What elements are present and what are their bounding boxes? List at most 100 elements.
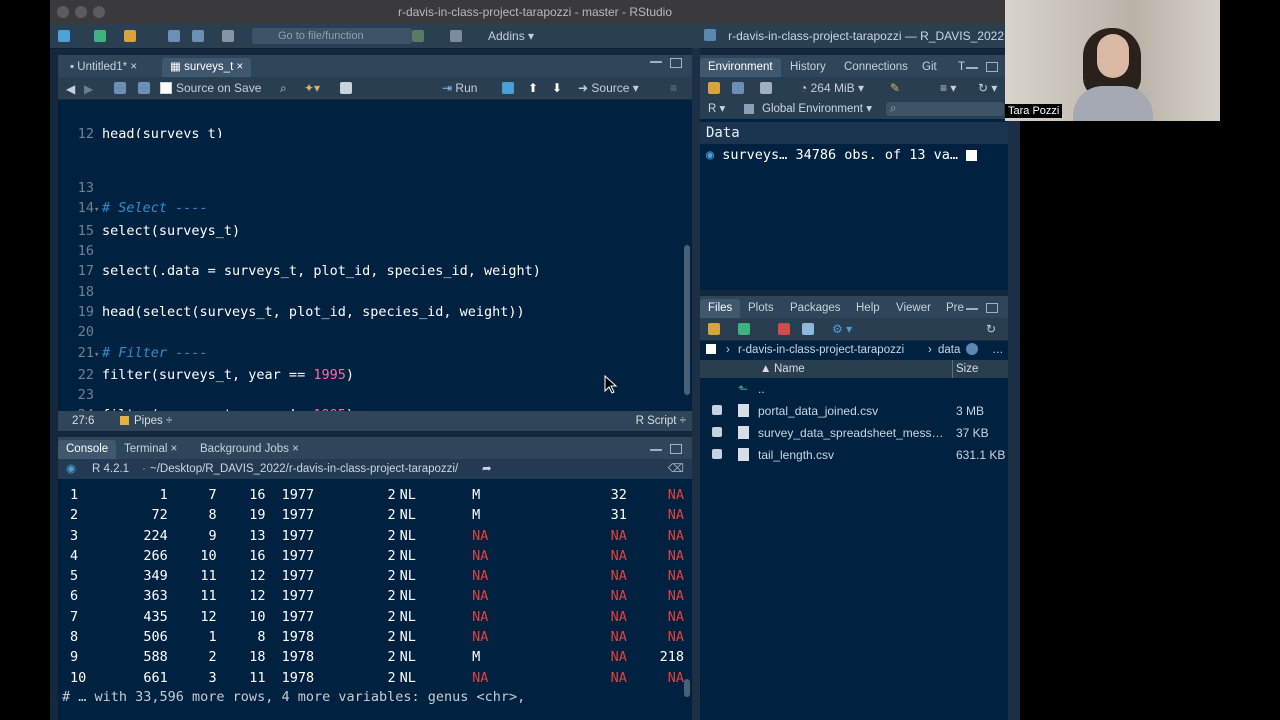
tab-plots[interactable]: Plots	[740, 299, 782, 318]
clear-console-icon[interactable]: ⌫	[668, 459, 684, 479]
file-row-up[interactable]: ⬑ ..	[700, 378, 1008, 400]
minimize-pane-icon[interactable]	[966, 308, 978, 310]
tab-surveys-t[interactable]: ▦ surveys_t ×	[162, 58, 252, 77]
column-name[interactable]: Name	[774, 360, 805, 378]
back-icon[interactable]: ◀	[66, 82, 75, 96]
section-jump-menu[interactable]: Pipes ÷	[134, 411, 172, 431]
select-all-checkbox[interactable]	[706, 344, 716, 354]
source-label: Source	[591, 81, 630, 95]
rename-icon[interactable]	[802, 323, 814, 335]
load-workspace-icon[interactable]	[708, 82, 720, 94]
sort-icon[interactable]: ▲	[760, 360, 771, 378]
scope-menu[interactable]: Global Environment ▾	[762, 99, 872, 119]
go-to-directory-icon[interactable]: ➦	[482, 459, 492, 479]
go-up-icon[interactable]: ⬆	[528, 81, 538, 95]
minimize-pane-icon[interactable]	[650, 449, 662, 451]
minimize-pane-icon[interactable]	[966, 67, 978, 69]
environment-search-input[interactable]: ⌕	[886, 102, 1004, 116]
file-row[interactable]: survey_data_spreadsheet_mess… 37 KB	[700, 422, 1008, 444]
console-cell: 2	[387, 547, 396, 564]
tab-connections[interactable]: Connections	[836, 58, 916, 77]
close-icon[interactable]: ×	[171, 443, 178, 455]
broom-icon[interactable]: ✎	[890, 81, 900, 95]
tab-untitled1[interactable]: ▪ Untitled1* ×	[62, 58, 145, 77]
run-button[interactable]: ⇥ Run	[442, 81, 477, 95]
maximize-pane-icon[interactable]	[986, 62, 998, 72]
file-row[interactable]: tail_length.csv 631.1 KB	[700, 444, 1008, 466]
file-checkbox[interactable]	[712, 449, 722, 459]
upload-icon[interactable]	[738, 323, 750, 335]
file-row[interactable]: portal_data_joined.csv 3 MB	[700, 400, 1008, 422]
magic-wand-icon[interactable]: ✦▾	[304, 81, 320, 95]
file-checkbox[interactable]	[712, 427, 722, 437]
code-area[interactable]: 12 head(surveys_t) 13 14▾ # Select ---- 15 se…	[58, 95, 684, 411]
file-name[interactable]: survey_data_spreadsheet_mess…	[758, 422, 943, 444]
tab-files[interactable]: Files	[700, 299, 741, 318]
file-checkbox[interactable]	[712, 405, 722, 415]
import-dataset-icon[interactable]	[760, 82, 772, 94]
compile-report-icon[interactable]	[340, 82, 352, 94]
tab-terminal[interactable]: Terminal ×	[116, 440, 185, 459]
project-menu[interactable]: r-davis-in-class-project-tarapozzi — R_D…	[728, 29, 1004, 43]
list-view-icon[interactable]: ≡ ▾	[940, 81, 956, 95]
tab-packages[interactable]: Packages	[782, 299, 849, 318]
environment-item[interactable]: ◉ surveys… 34786 obs. of 13 va…	[706, 147, 978, 163]
vcs-icon[interactable]	[412, 30, 424, 42]
source-button[interactable]: ➜ Source ▾	[578, 81, 639, 95]
layout-grid-icon[interactable]	[450, 30, 462, 42]
more-icon[interactable]: …	[992, 340, 1004, 360]
forward-icon[interactable]: ▶	[84, 82, 93, 96]
refresh-icon[interactable]: ↻ ▾	[978, 81, 997, 95]
go-down-icon[interactable]: ⬇	[552, 81, 562, 95]
tab-viewer[interactable]: Viewer	[888, 299, 939, 318]
close-icon[interactable]: ×	[236, 61, 243, 73]
maximize-pane-icon[interactable]	[670, 58, 682, 68]
source-on-save-checkbox[interactable]	[160, 82, 172, 94]
memory-usage[interactable]: ◔ 264 MiB ▾	[800, 81, 864, 95]
goto-file-input[interactable]: Go to file/function	[252, 28, 412, 44]
outline-icon[interactable]: ≡	[670, 81, 677, 95]
column-size[interactable]: Size	[956, 360, 978, 378]
save-icon[interactable]	[138, 82, 150, 94]
search-icon[interactable]: ⌕	[280, 81, 287, 95]
tab-git[interactable]: Git	[914, 58, 945, 77]
tab-console[interactable]: Console	[58, 440, 117, 459]
tab-help[interactable]: Help	[848, 299, 888, 318]
print-icon[interactable]	[222, 30, 234, 42]
new-folder-icon[interactable]	[708, 323, 720, 335]
expand-icon[interactable]: ◉	[706, 147, 714, 163]
vertical-splitter[interactable]	[692, 48, 700, 720]
close-icon[interactable]: ×	[292, 443, 299, 455]
new-project-icon[interactable]	[94, 30, 106, 42]
save-all-icon[interactable]	[192, 30, 204, 42]
maximize-pane-icon[interactable]	[670, 444, 682, 454]
new-file-icon[interactable]	[58, 30, 70, 42]
view-table-icon[interactable]	[966, 149, 978, 161]
open-file-icon[interactable]	[124, 30, 136, 42]
more-gear-icon[interactable]: ⚙ ▾	[832, 322, 852, 336]
language-menu[interactable]: R ▾	[708, 99, 725, 119]
addins-menu[interactable]: Addins ▾	[488, 29, 534, 43]
file-name[interactable]: tail_length.csv	[758, 444, 834, 466]
console-scrollbar[interactable]	[684, 679, 690, 697]
console-cell: NL	[399, 669, 416, 686]
minimize-pane-icon[interactable]	[650, 61, 662, 63]
close-icon[interactable]: ×	[130, 61, 137, 73]
save-icon[interactable]	[168, 30, 180, 42]
rerun-icon[interactable]	[502, 82, 514, 94]
refresh-icon[interactable]: ↻	[986, 322, 996, 336]
save-workspace-icon[interactable]	[732, 82, 744, 94]
editor-scrollbar[interactable]	[684, 245, 690, 395]
maximize-pane-icon[interactable]	[986, 303, 998, 313]
tab-environment[interactable]: Environment	[700, 58, 781, 77]
console-output[interactable]: 1 1 7 16 1977 2 NL M 32 NA 2 72 8 19 1977 2 NL M 31 NA 3 224 9…	[58, 485, 684, 687]
breadcrumb-project[interactable]: r-davis-in-class-project-tarapozzi	[738, 340, 904, 360]
open-in-window-icon[interactable]	[114, 82, 126, 94]
filetype-menu[interactable]: R Script ÷	[636, 411, 686, 431]
rstudio-window: r-davis-in-class-project-tarapozzi - mas…	[50, 0, 1020, 720]
delete-icon[interactable]	[778, 323, 790, 335]
breadcrumb-folder[interactable]: data	[938, 340, 960, 360]
tab-background-jobs[interactable]: Background Jobs ×	[192, 440, 307, 459]
file-name[interactable]: portal_data_joined.csv	[758, 400, 878, 422]
tab-history[interactable]: History	[782, 58, 834, 77]
